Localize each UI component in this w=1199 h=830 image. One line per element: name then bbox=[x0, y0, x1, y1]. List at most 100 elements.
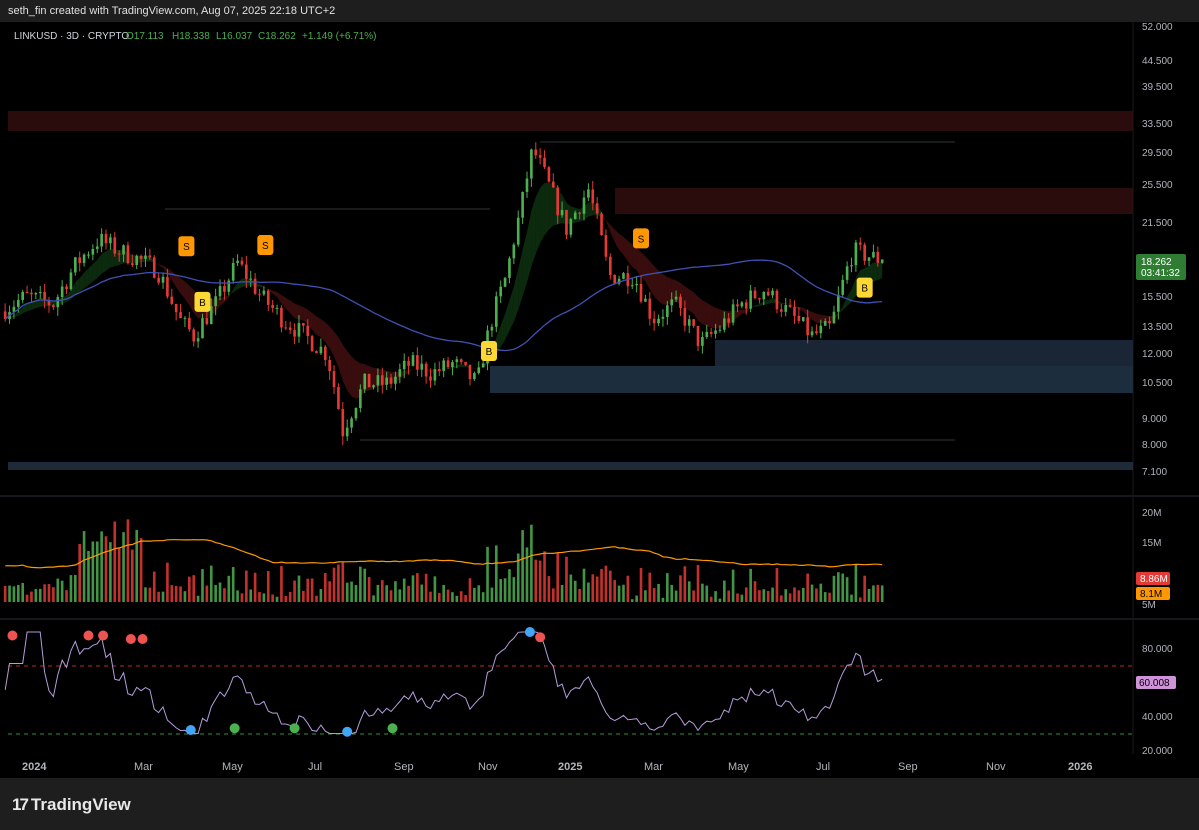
candle-body bbox=[126, 245, 130, 264]
candle-body bbox=[771, 290, 774, 296]
time-tick: 2025 bbox=[558, 761, 582, 773]
volume-bar bbox=[179, 586, 182, 602]
candle-body bbox=[521, 191, 524, 218]
ribbon-segment bbox=[158, 264, 164, 269]
candle-body bbox=[323, 346, 327, 360]
candle-body bbox=[749, 290, 752, 309]
last-price: 18.262 bbox=[1141, 257, 1172, 268]
volume-bar bbox=[823, 592, 827, 602]
candle-body bbox=[25, 291, 29, 293]
time-tick: Sep bbox=[898, 761, 918, 773]
volume-bar bbox=[152, 571, 156, 602]
volume-bar bbox=[411, 575, 415, 602]
candle-body bbox=[723, 318, 726, 330]
volume-bar bbox=[727, 590, 731, 602]
ribbon-segment bbox=[241, 278, 247, 288]
candle-body bbox=[661, 316, 665, 319]
ohlc-open: O17.113 bbox=[126, 31, 164, 42]
symbol-legend: LINKUSD · 3D · CRYPTO O17.113 H18.338 L1… bbox=[14, 31, 377, 42]
candle-body bbox=[652, 318, 656, 324]
buy-signal-label: B bbox=[486, 347, 493, 358]
candle-body bbox=[170, 296, 174, 304]
candle-body bbox=[823, 321, 827, 326]
ribbon-segment bbox=[79, 272, 85, 293]
volume-bar bbox=[3, 585, 7, 602]
price-axis[interactable]: 52.000 44.500 39.500 33.500 29.500 25.50… bbox=[1142, 22, 1173, 478]
volume-bar bbox=[867, 588, 871, 602]
candle-body bbox=[253, 278, 257, 294]
volume-bar bbox=[38, 588, 42, 602]
candle-body bbox=[810, 331, 814, 336]
volume-bar bbox=[744, 587, 748, 602]
volume-bar bbox=[801, 587, 805, 602]
ribbon-segment bbox=[654, 266, 659, 302]
candle-body bbox=[367, 373, 371, 388]
candle-body bbox=[21, 291, 25, 300]
volume-bar bbox=[644, 590, 647, 602]
volume-bar bbox=[402, 578, 406, 602]
candle-body bbox=[534, 149, 538, 156]
volume-bar bbox=[69, 575, 73, 602]
ribbon-segment bbox=[588, 202, 593, 217]
candle-body bbox=[131, 263, 134, 266]
ribbon-segment bbox=[781, 302, 786, 305]
rsi-signal-marker bbox=[229, 723, 240, 734]
ribbon-segment bbox=[711, 305, 716, 329]
ribbon-segment bbox=[303, 307, 308, 324]
candle-body bbox=[192, 329, 196, 342]
volume-bar bbox=[429, 591, 432, 602]
candle-body bbox=[117, 253, 121, 255]
volume-bar bbox=[736, 593, 739, 602]
volume-bar bbox=[503, 578, 507, 602]
ribbon-segment bbox=[347, 351, 352, 397]
candle-body bbox=[828, 321, 831, 324]
chart-area[interactable]: S S B B S B LINKUSD · 3D · CRYPTO O17.113 H18… bbox=[0, 22, 1199, 778]
volume-bar bbox=[78, 543, 82, 602]
volume-bar bbox=[363, 568, 367, 602]
price-chart[interactable]: S S B B S B LINKUSD · 3D · CRYPTO O17.113 H18… bbox=[0, 22, 1199, 778]
candle-body bbox=[398, 369, 402, 377]
ribbon-segment bbox=[623, 236, 628, 262]
price-tick: 52.000 bbox=[1142, 22, 1173, 33]
volume-bar bbox=[766, 590, 770, 602]
candle-body bbox=[280, 307, 283, 328]
ribbon-segment bbox=[281, 295, 286, 309]
volume-bar bbox=[315, 595, 318, 602]
volume-bar bbox=[880, 585, 884, 602]
tradingview-logo[interactable]: 17 TradingView bbox=[12, 795, 131, 815]
candle-body bbox=[819, 325, 823, 334]
volume-bar bbox=[12, 586, 16, 602]
ribbon-segment bbox=[92, 259, 98, 282]
candle-body bbox=[271, 304, 274, 308]
candle-body bbox=[595, 203, 599, 214]
candle-body bbox=[639, 283, 643, 302]
candle-body bbox=[815, 331, 818, 334]
candle-body bbox=[547, 167, 551, 182]
candle-body bbox=[494, 296, 498, 327]
candle-body bbox=[341, 409, 345, 437]
rsi-value: 60.008 bbox=[1139, 678, 1170, 689]
time-tick: Mar bbox=[644, 761, 663, 773]
volume-bar bbox=[608, 570, 612, 602]
rsi-axis[interactable]: 80.000 40.000 20.000 bbox=[1142, 644, 1173, 757]
ribbon-segment bbox=[448, 367, 453, 370]
candle-body bbox=[424, 363, 428, 377]
ribbon-segment bbox=[224, 295, 229, 303]
rsi-signal-marker bbox=[342, 726, 353, 737]
volume-value: 8.86M bbox=[1140, 574, 1168, 585]
candle-body bbox=[876, 251, 880, 263]
volume-bar bbox=[740, 594, 744, 602]
ribbon-segment bbox=[641, 252, 646, 282]
candle-body bbox=[30, 292, 33, 295]
volume-bar bbox=[451, 592, 454, 602]
ribbon-segment bbox=[408, 368, 413, 373]
rsi-signal-marker bbox=[289, 723, 300, 734]
volume-bar bbox=[310, 578, 314, 602]
volume-bar bbox=[775, 568, 779, 602]
time-tick: May bbox=[728, 761, 749, 773]
rsi-signal-marker bbox=[185, 725, 196, 735]
candle-body bbox=[402, 360, 406, 370]
volume-bar bbox=[872, 585, 875, 602]
volume-bar bbox=[354, 585, 358, 602]
time-axis[interactable]: 2024 Mar May Jul Sep Nov 2025 Mar May Ju… bbox=[22, 761, 1092, 773]
